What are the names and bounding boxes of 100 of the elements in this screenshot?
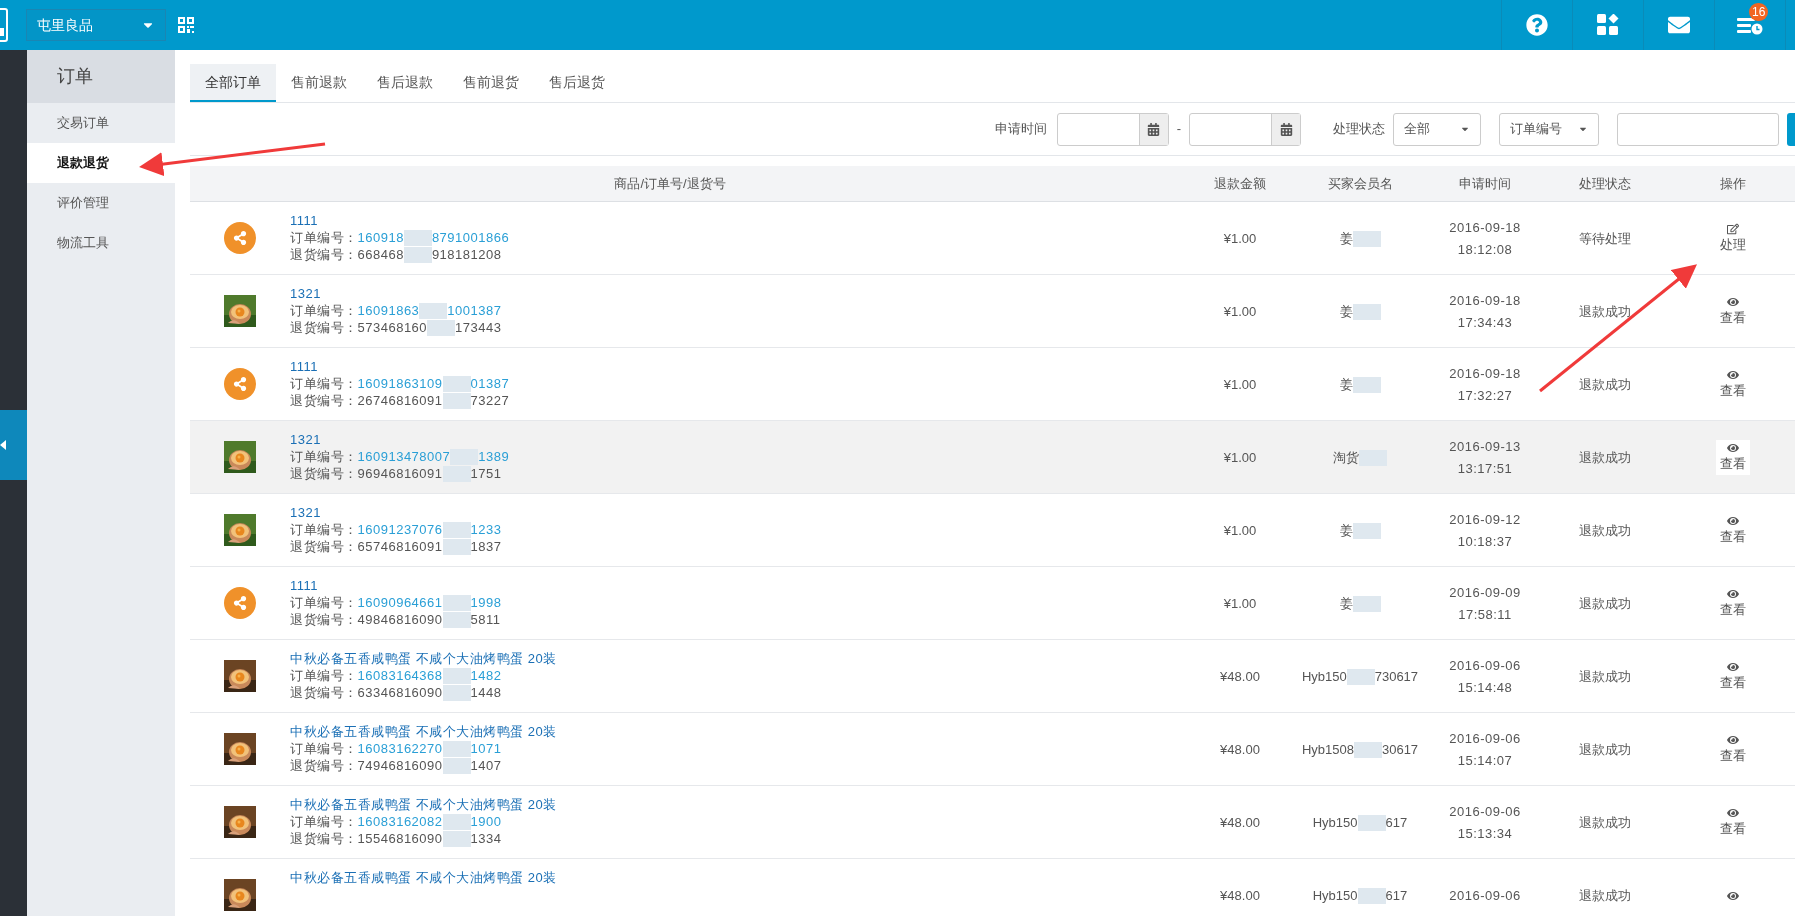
buyer-name: 617 — [1385, 813, 1408, 832]
view-button[interactable]: 查看 — [1715, 658, 1750, 695]
apply-time: 15:14:07 — [1457, 751, 1513, 770]
process-button[interactable]: 处理 — [1715, 220, 1750, 257]
order-number: 160913478007 — [357, 448, 451, 465]
column-header: 商品/订单号/退货号 — [614, 174, 726, 193]
product-title[interactable]: 中秋必备五香咸鸭蛋 不咸个大油烤鸭蛋 20装 — [290, 650, 557, 667]
order-number: 1998 — [470, 594, 502, 611]
order-number: 16090964661 — [357, 594, 443, 611]
product-title[interactable]: 中秋必备五香咸鸭蛋 不咸个大油烤鸭蛋 20装 — [290, 869, 557, 886]
view-button[interactable]: 查看 — [1715, 804, 1750, 841]
tab[interactable]: 售前退货 — [448, 64, 534, 102]
buyer-name: Hyb150 — [1301, 667, 1347, 686]
order-number: 160918 — [357, 229, 404, 246]
return-number: 1751 — [470, 465, 502, 482]
product-title[interactable]: 1321 — [290, 285, 502, 302]
buyer-name: 姜 — [1339, 375, 1353, 394]
refund-amount: ¥1.00 — [1223, 375, 1257, 394]
tab[interactable]: 售后退货 — [534, 64, 620, 102]
return-label: 退货编号： — [290, 319, 358, 336]
column-header: 买家会员名 — [1327, 174, 1393, 193]
apply-time: 17:34:43 — [1457, 313, 1513, 332]
refund-amount: ¥1.00 — [1223, 594, 1257, 613]
status-text: 退款成功 — [1579, 375, 1631, 394]
return-number: 918181208 — [431, 246, 502, 263]
view-button[interactable]: 查看 — [1715, 512, 1750, 549]
apply-date: 2016-09-13 — [1449, 437, 1521, 456]
view-button[interactable]: 查看 — [1715, 439, 1750, 476]
product-title[interactable]: 1111 — [290, 358, 510, 375]
status-text: 退款成功 — [1579, 740, 1631, 759]
order-number: 01387 — [470, 375, 510, 392]
buyer-name: Hyb150 — [1312, 813, 1358, 832]
view-button[interactable]: 查看 — [1715, 366, 1750, 403]
order-label: 订单编号： — [290, 375, 358, 392]
return-label: 退货编号： — [290, 830, 358, 847]
refund-amount: ¥1.00 — [1223, 302, 1257, 321]
status-text: 退款成功 — [1579, 813, 1631, 832]
return-label: 退货编号： — [290, 246, 358, 263]
return-number: 49846816090 — [357, 611, 443, 628]
order-number: 16091863 — [357, 302, 420, 319]
buyer-name: 姜 — [1339, 521, 1353, 540]
column-header: 操作 — [1719, 174, 1746, 193]
product-title[interactable]: 1321 — [290, 504, 502, 521]
sidebar-title: 订单 — [27, 50, 175, 103]
return-label: 退货编号： — [290, 465, 358, 482]
product-title[interactable]: 1111 — [290, 577, 502, 594]
product-title[interactable]: 中秋必备五香咸鸭蛋 不咸个大油烤鸭蛋 20装 — [290, 723, 557, 740]
filter-label: 处理状态 — [1333, 120, 1385, 139]
order-number: 1389 — [478, 448, 510, 465]
buyer-name: 淘货 — [1333, 448, 1359, 467]
status-text: 退款成功 — [1579, 667, 1631, 686]
status-text: 退款成功 — [1579, 594, 1631, 613]
order-number: 1482 — [470, 667, 502, 684]
field-select[interactable]: 订单编号 — [1499, 112, 1599, 146]
status-select[interactable]: 全部 — [1393, 112, 1481, 146]
view-button[interactable]: 查看 — [1715, 293, 1750, 330]
order-number: 8791001866 — [431, 229, 510, 246]
view-button[interactable]: 查看 — [1715, 585, 1750, 622]
tab[interactable]: 售后退款 — [362, 64, 448, 102]
tab[interactable]: 全部订单 — [190, 64, 276, 102]
return-number: 15546816090 — [357, 830, 443, 847]
product-title[interactable]: 1111 — [290, 212, 510, 229]
return-number: 65746816091 — [357, 538, 443, 555]
order-number: 16091863109 — [357, 375, 443, 392]
return-number: 1837 — [470, 538, 502, 555]
status-text: 等待处理 — [1579, 229, 1631, 248]
apply-date: 2016-09-18 — [1449, 291, 1521, 310]
product-title[interactable]: 1321 — [290, 431, 510, 448]
apply-date: 2016-09-12 — [1449, 510, 1521, 529]
buyer-name: 730617 — [1374, 667, 1419, 686]
buyer-name: 姜 — [1339, 229, 1353, 248]
buyer-name: 姜 — [1339, 594, 1353, 613]
order-number: 16083162270 — [357, 740, 443, 757]
buyer-name: 617 — [1385, 886, 1408, 905]
column-header: 退款金额 — [1214, 174, 1266, 193]
apply-time: 13:17:51 — [1457, 459, 1513, 478]
product-title[interactable]: 中秋必备五香咸鸭蛋 不咸个大油烤鸭蛋 20装 — [290, 796, 557, 813]
return-number: 573468160 — [357, 319, 428, 336]
apply-time: 15:14:48 — [1457, 678, 1513, 697]
return-number: 74946816090 — [357, 757, 443, 774]
return-number: 73227 — [470, 392, 510, 409]
return-label: 退货编号： — [290, 684, 358, 701]
status-text: 退款成功 — [1579, 448, 1631, 467]
refund-amount: ¥48.00 — [1220, 740, 1260, 759]
tab[interactable]: 售前退款 — [276, 64, 362, 102]
return-number: 63346816090 — [357, 684, 443, 701]
status-text: 退款成功 — [1579, 302, 1631, 321]
sidebar-item[interactable]: 交易订单 — [27, 103, 175, 143]
order-number: 16091237076 — [357, 521, 443, 538]
sidebar-item[interactable]: 评价管理 — [27, 183, 175, 223]
column-header: 处理状态 — [1579, 174, 1631, 193]
return-label: 退货编号： — [290, 538, 358, 555]
view-button[interactable]: 查看 — [1715, 731, 1750, 768]
order-number: 1001387 — [447, 302, 502, 319]
sidebar-item[interactable]: 退款退货 — [27, 143, 175, 183]
notification-badge: 16 — [1749, 3, 1769, 21]
refund-amount: ¥1.00 — [1223, 448, 1257, 467]
sidebar-item[interactable]: 物流工具 — [27, 223, 175, 263]
apply-time: 18:12:08 — [1457, 240, 1513, 259]
order-label: 订单编号： — [290, 594, 358, 611]
